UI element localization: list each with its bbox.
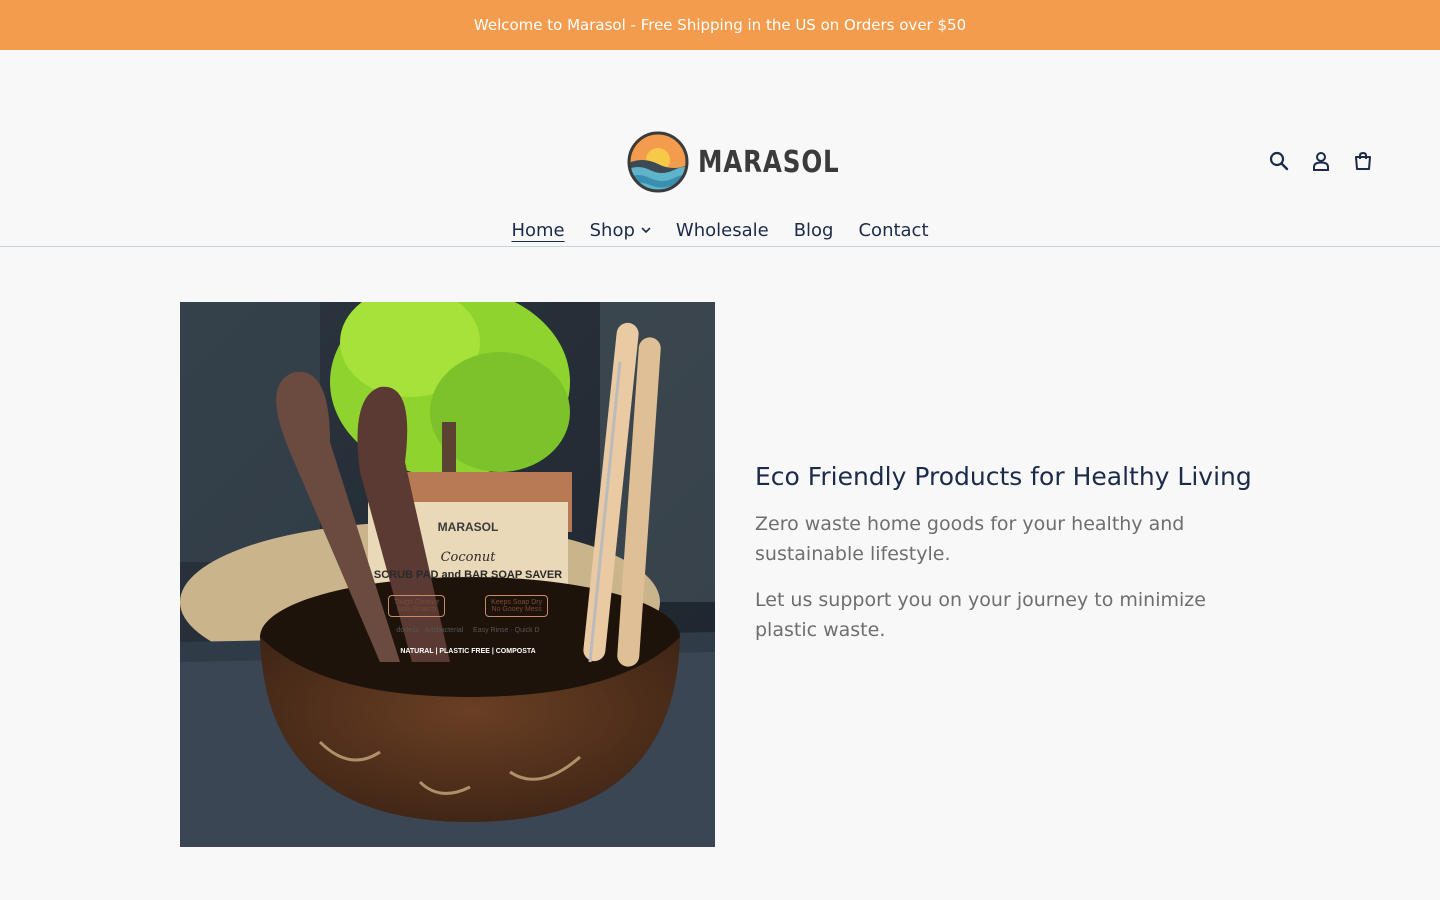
package-feature-2: Keeps Soap Dry No Gooey Mess bbox=[485, 595, 549, 617]
nav-shop-label: Shop bbox=[589, 220, 635, 241]
package-line-3: dorless · Antibacterial Easy Rinse · Qui… bbox=[396, 627, 540, 634]
nav-shop[interactable]: Shop bbox=[590, 220, 651, 241]
hero-image: MARASOL Coconut SCRUB PAD and BAR SOAP S… bbox=[180, 302, 715, 847]
intro-section: Eco Friendly Products for Healthy Living… bbox=[755, 462, 1265, 661]
intro-paragraph-1: Zero waste home goods for your healthy a… bbox=[755, 513, 1185, 565]
package-feature-1: Tough Cleaner Non-Scratch bbox=[387, 595, 446, 617]
site-header: MARASOL Home Shop Wholesale Blog Contact bbox=[0, 50, 1440, 247]
search-icon[interactable] bbox=[1268, 150, 1290, 172]
intro-heading: Eco Friendly Products for Healthy Living bbox=[755, 462, 1252, 491]
package-band: NATURAL | PLASTIC FREE | COMPOSTA bbox=[400, 648, 536, 655]
nav-blog[interactable]: Blog bbox=[794, 220, 834, 241]
package-product-name: SCRUB PAD and BAR SOAP SAVER bbox=[373, 569, 563, 581]
logo-mark-icon bbox=[627, 131, 689, 193]
site-logo[interactable]: MARASOL bbox=[626, 130, 871, 194]
package-script-name: Coconut bbox=[440, 550, 496, 565]
nav-wholesale[interactable]: Wholesale bbox=[676, 220, 769, 241]
nav-contact[interactable]: Contact bbox=[858, 220, 928, 241]
product-package: MARASOL Coconut SCRUB PAD and BAR SOAP S… bbox=[368, 510, 568, 690]
main-navigation: Home Shop Wholesale Blog Contact bbox=[0, 220, 1440, 241]
logo-wordmark: MARASOL bbox=[698, 144, 840, 180]
chevron-down-icon bbox=[641, 227, 651, 234]
header-actions bbox=[1268, 150, 1374, 172]
announcement-bar: Welcome to Marasol - Free Shipping in th… bbox=[0, 0, 1440, 50]
intro-paragraph-2: Let us support you on your journey to mi… bbox=[755, 589, 1206, 641]
package-brand: MARASOL bbox=[437, 520, 499, 534]
user-icon[interactable] bbox=[1310, 150, 1332, 172]
cart-icon[interactable] bbox=[1352, 150, 1374, 172]
announcement-text: Welcome to Marasol - Free Shipping in th… bbox=[473, 16, 967, 34]
nav-home[interactable]: Home bbox=[511, 220, 564, 241]
